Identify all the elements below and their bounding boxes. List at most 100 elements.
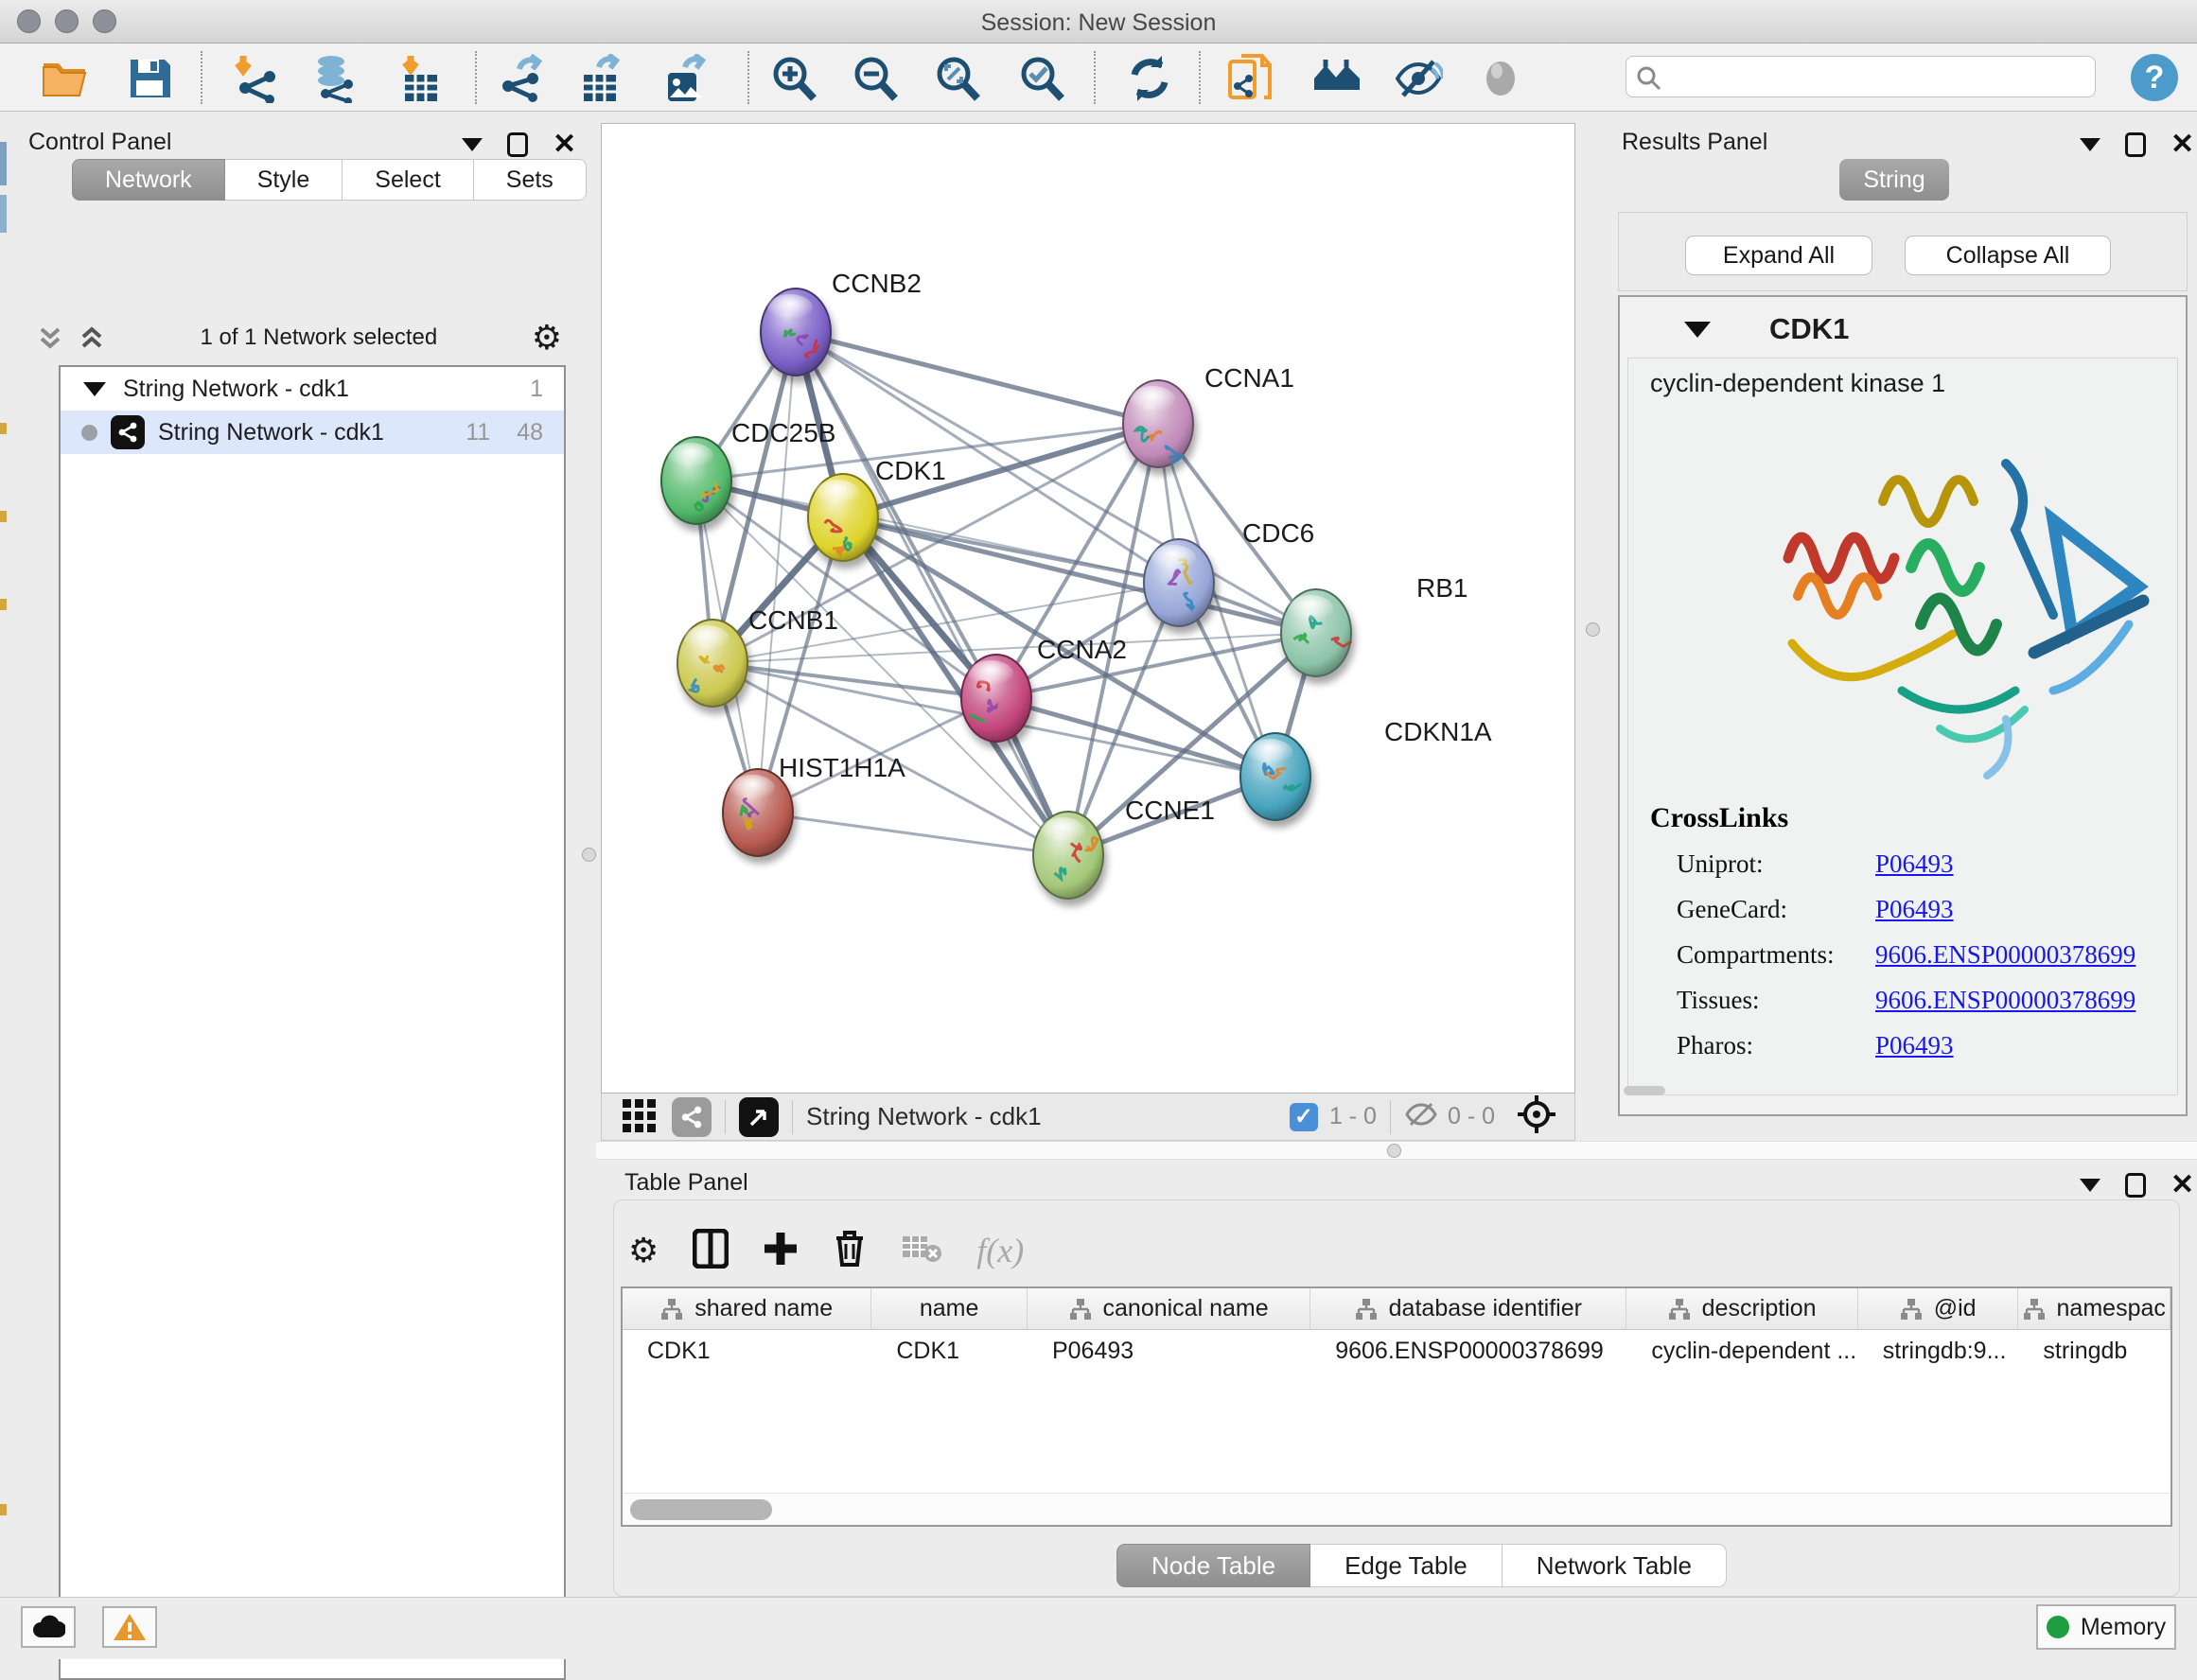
tab-network[interactable]: Network bbox=[72, 159, 225, 201]
node-CCNA1[interactable] bbox=[1123, 380, 1193, 467]
export-network-icon[interactable] bbox=[497, 54, 546, 103]
collection-caret-icon[interactable] bbox=[83, 382, 106, 396]
results-hscroll-thumb[interactable] bbox=[1624, 1086, 1665, 1095]
tab-sets[interactable]: Sets bbox=[474, 159, 587, 201]
table-settings-gear-icon[interactable]: ⚙ bbox=[628, 1231, 659, 1270]
panel-close-icon[interactable]: ✕ bbox=[553, 132, 576, 157]
edge-CCNB2-CCNA1[interactable] bbox=[796, 332, 1158, 424]
delete-column-icon[interactable] bbox=[833, 1229, 867, 1273]
node-CDKN1A[interactable] bbox=[1240, 733, 1310, 820]
zoom-out-icon[interactable] bbox=[852, 54, 901, 103]
network-graph[interactable]: CCNB2CCNA1CDC25BCDK1CDC6RB1CCNB1CCNA2CDK… bbox=[602, 124, 1574, 1093]
tab-select[interactable]: Select bbox=[343, 159, 473, 201]
network-options-gear-icon[interactable]: ⚙ bbox=[532, 318, 562, 358]
import-table-icon[interactable] bbox=[397, 54, 447, 103]
tab-node-table[interactable]: Node Table bbox=[1116, 1544, 1310, 1587]
gene-caret-icon[interactable] bbox=[1684, 322, 1711, 338]
panel-collapse-icon[interactable] bbox=[2080, 1179, 2100, 1192]
search-input[interactable] bbox=[1668, 59, 2084, 95]
node-CDC6[interactable] bbox=[1144, 539, 1214, 626]
birds-eye-view-icon[interactable] bbox=[739, 1097, 779, 1137]
zoom-selected-icon[interactable] bbox=[1018, 54, 1067, 103]
home-icon[interactable] bbox=[1312, 54, 1362, 103]
expand-all-button[interactable]: Expand All bbox=[1685, 236, 1872, 275]
save-session-icon[interactable] bbox=[125, 54, 174, 103]
edge-CDK1-CCNE1[interactable] bbox=[843, 517, 1068, 855]
left-splitter-grip[interactable] bbox=[582, 848, 596, 862]
node-CCNA2[interactable] bbox=[961, 655, 1031, 742]
refresh-layout-icon[interactable] bbox=[1125, 54, 1174, 103]
column-header-description[interactable]: description bbox=[1626, 1288, 1857, 1329]
node-CCNB2[interactable] bbox=[761, 289, 831, 376]
table-hscroll-thumb[interactable] bbox=[630, 1499, 772, 1520]
column-header--id[interactable]: @id bbox=[1858, 1288, 2019, 1329]
horizontal-splitter-grip[interactable] bbox=[1387, 1144, 1401, 1158]
help-button[interactable]: ? bbox=[2131, 54, 2178, 101]
table-cell[interactable]: CDK1 bbox=[623, 1330, 871, 1372]
network-row[interactable]: String Network - cdk1 11 48 bbox=[61, 411, 564, 454]
selected-checkbox-icon[interactable]: ✓ bbox=[1290, 1103, 1318, 1131]
panel-close-icon[interactable]: ✕ bbox=[2171, 132, 2194, 157]
node-CDC25B[interactable] bbox=[661, 437, 731, 524]
table-cell[interactable]: stringdb:9... bbox=[1858, 1330, 2019, 1372]
column-header-namespac[interactable]: namespac bbox=[2018, 1288, 2171, 1329]
network-canvas[interactable]: CCNB2CCNA1CDC25BCDK1CDC6RB1CCNB1CCNA2CDK… bbox=[601, 123, 1575, 1094]
crosslink-link[interactable]: P06493 bbox=[1875, 1031, 1954, 1060]
node-RB1[interactable] bbox=[1281, 589, 1351, 676]
table-cell[interactable]: stringdb bbox=[2018, 1330, 2171, 1372]
table-cell[interactable]: cyclin-dependent ... bbox=[1626, 1330, 1857, 1372]
panel-float-icon[interactable] bbox=[507, 132, 528, 157]
table-cell[interactable]: P06493 bbox=[1028, 1330, 1310, 1372]
crosslink-link[interactable]: 9606.ENSP00000378699 bbox=[1875, 986, 2135, 1015]
node-CCNE1[interactable] bbox=[1033, 812, 1103, 899]
column-header-shared-name[interactable]: shared name bbox=[623, 1288, 871, 1329]
crosslink-link[interactable]: P06493 bbox=[1875, 895, 1954, 924]
add-column-icon[interactable] bbox=[763, 1231, 799, 1271]
column-header-name[interactable]: name bbox=[871, 1288, 1028, 1329]
node-CDK1[interactable] bbox=[808, 474, 878, 561]
show-columns-icon[interactable] bbox=[693, 1229, 729, 1273]
table-cell[interactable]: CDK1 bbox=[871, 1330, 1028, 1372]
grid-view-icon[interactable] bbox=[621, 1095, 659, 1138]
network-collection-row[interactable]: String Network - cdk1 1 bbox=[61, 367, 564, 411]
open-session-icon[interactable] bbox=[40, 54, 89, 103]
table-hscrollbar[interactable] bbox=[623, 1493, 2171, 1525]
import-network-file-icon[interactable] bbox=[232, 54, 281, 103]
column-header-canonical-name[interactable]: canonical name bbox=[1028, 1288, 1310, 1329]
warnings-button[interactable] bbox=[102, 1606, 157, 1648]
hidden-eye-icon[interactable] bbox=[1404, 1100, 1438, 1133]
search-box[interactable] bbox=[1626, 56, 2096, 97]
collapse-all-icon[interactable] bbox=[36, 324, 64, 352]
edge-HIST1H1A-CCNE1[interactable] bbox=[758, 813, 1068, 855]
panel-float-icon[interactable] bbox=[2125, 1173, 2146, 1198]
crosslink-link[interactable]: 9606.ENSP00000378699 bbox=[1875, 940, 2135, 970]
panel-collapse-icon[interactable] bbox=[462, 138, 483, 151]
clone-network-icon[interactable] bbox=[1226, 54, 1275, 103]
crosshair-icon[interactable] bbox=[1516, 1094, 1557, 1140]
tab-style[interactable]: Style bbox=[225, 159, 343, 201]
expand-all-icon[interactable] bbox=[78, 324, 106, 352]
right-splitter-grip[interactable] bbox=[1586, 622, 1600, 637]
gene-section-header[interactable]: CDK1 bbox=[1627, 303, 2178, 356]
tab-string[interactable]: String bbox=[1839, 159, 1949, 201]
zoom-in-icon[interactable] bbox=[770, 54, 819, 103]
zoom-fit-icon[interactable] bbox=[934, 54, 983, 103]
panel-collapse-icon[interactable] bbox=[2080, 138, 2100, 151]
cloud-button[interactable] bbox=[21, 1606, 76, 1648]
tab-edge-table[interactable]: Edge Table bbox=[1310, 1544, 1503, 1587]
export-table-icon[interactable] bbox=[576, 54, 625, 103]
collapse-all-button[interactable]: Collapse All bbox=[1905, 236, 2111, 275]
string-view-icon[interactable] bbox=[672, 1097, 712, 1137]
tab-network-table[interactable]: Network Table bbox=[1503, 1544, 1727, 1587]
node-CCNB1[interactable] bbox=[677, 620, 747, 707]
table-row[interactable]: CDK1CDK1P064939606.ENSP00000378699cyclin… bbox=[623, 1330, 2171, 1372]
export-image-icon[interactable] bbox=[660, 54, 710, 103]
hide-graphics-eye-icon[interactable] bbox=[1394, 54, 1443, 103]
memory-button[interactable]: Memory bbox=[2036, 1604, 2176, 1650]
crosslink-link[interactable]: P06493 bbox=[1875, 849, 1954, 879]
import-network-database-icon[interactable] bbox=[310, 54, 360, 103]
panel-float-icon[interactable] bbox=[2125, 132, 2146, 157]
panel-close-icon[interactable]: ✕ bbox=[2171, 1173, 2194, 1198]
column-header-database-identifier[interactable]: database identifier bbox=[1310, 1288, 1626, 1329]
table-cell[interactable]: 9606.ENSP00000378699 bbox=[1310, 1330, 1626, 1372]
